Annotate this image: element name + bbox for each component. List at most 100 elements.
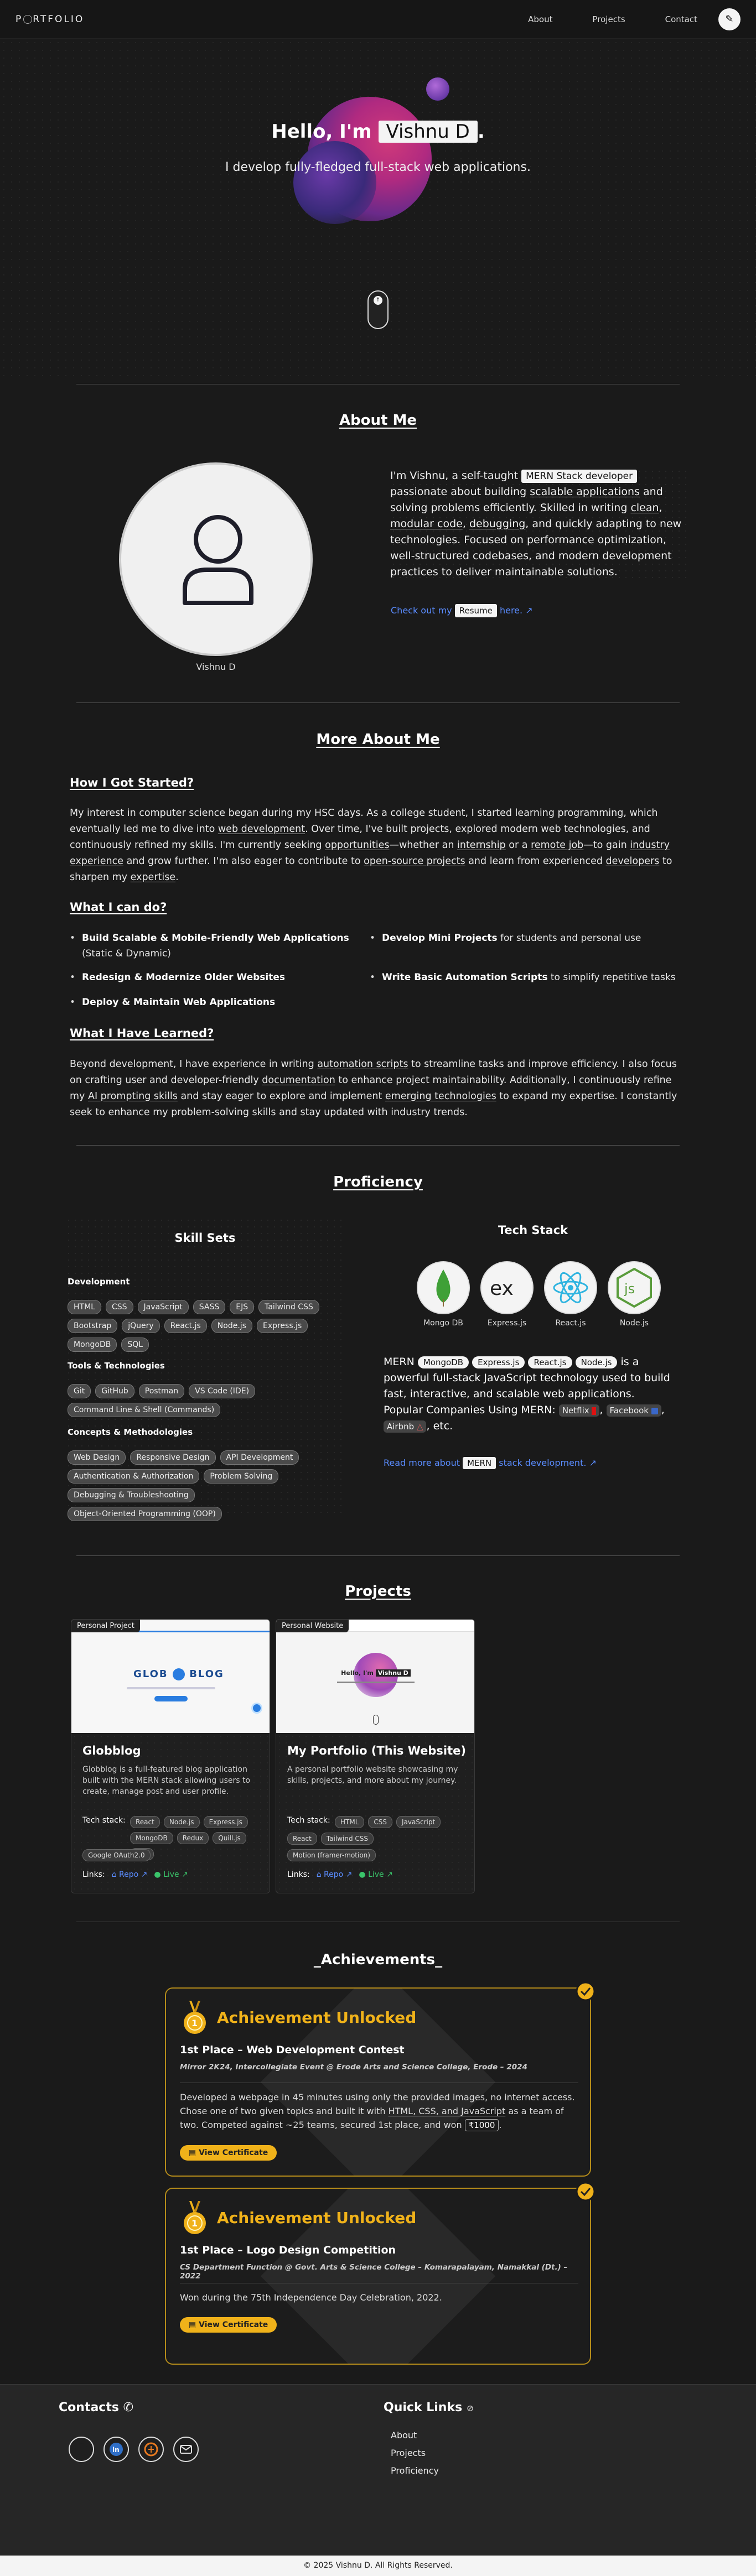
para-highlight: web development xyxy=(218,824,305,835)
repo-link-text: Repo ↗ xyxy=(119,1870,148,1879)
email-button[interactable] xyxy=(173,2437,199,2462)
scroll-down-button[interactable]: ↑ xyxy=(367,290,389,329)
tech-tag: Redux xyxy=(177,1832,209,1844)
about-text: passionate about building xyxy=(390,486,530,498)
live-link[interactable]: ● Live ↗ xyxy=(359,1870,392,1879)
skill-tag: HTML xyxy=(68,1300,101,1314)
category-concepts: Concepts & Methodologies xyxy=(68,1427,193,1437)
achievement-badge: Achievement Unlocked xyxy=(217,2008,417,2027)
project-links: Links: ⌂ Repo ↗ ● Live ↗ xyxy=(82,1870,188,1879)
heading-how-started: How I Got Started? xyxy=(70,776,194,789)
concepts-tags: Web Design Responsive Design API Develop… xyxy=(68,1450,341,1521)
achievement-card: 1 Achievement Unlocked 1st Place – Logo … xyxy=(165,2188,591,2365)
read-more-text: stack development. ↗ xyxy=(496,1458,597,1468)
company-name: Facebook xyxy=(609,1406,649,1416)
divider xyxy=(76,1145,680,1146)
globe-icon xyxy=(172,1668,185,1680)
hero-subtitle: I develop fully-fledged full-stack web a… xyxy=(225,160,531,174)
hero-name: Vishnu D xyxy=(378,121,478,143)
read-more-mern-link[interactable]: Read more about MERN stack development. … xyxy=(384,1457,597,1469)
company-airbnb: Airbnb △ xyxy=(384,1420,427,1433)
read-more-text: Read more about xyxy=(384,1458,463,1468)
view-certificate-button[interactable]: ▤ View Certificate xyxy=(180,2317,277,2333)
document-icon: ▤ xyxy=(189,2320,196,2329)
project-links: Links: ⌂ Repo ↗ ● Live ↗ xyxy=(287,1870,393,1879)
user-icon xyxy=(183,515,253,605)
company-netflix: Netflix xyxy=(558,1404,600,1417)
resume-link-text: here. ↗ xyxy=(496,605,533,616)
list-item: Deploy & Maintain Web Applications xyxy=(70,995,375,1010)
list-item-text: (Static & Dynamic) xyxy=(82,948,171,959)
divider xyxy=(76,1555,680,1556)
project-card-globblog[interactable]: Personal Project GLOB BLOG Globblog Glob… xyxy=(71,1619,270,1893)
list-item-bold: Write Basic Automation Scripts xyxy=(382,972,548,983)
list-item-bold: Build Scalable & Mobile-Friendly Web App… xyxy=(82,933,349,944)
para-text: —whether an xyxy=(389,840,457,851)
shot-scroll xyxy=(373,1715,379,1725)
links-label: Links: xyxy=(287,1870,310,1879)
skill-tag: GitHub xyxy=(95,1384,134,1398)
about-highlight: modular code xyxy=(390,518,463,530)
para-text: Beyond development, I have experience in… xyxy=(70,1059,318,1070)
project-card-portfolio[interactable]: Personal Website Hello, I'm Vishnu D My … xyxy=(276,1619,475,1893)
nav-link-contact[interactable]: Contact xyxy=(665,14,697,24)
svg-text:in: in xyxy=(112,2446,120,2454)
avatar-name: Vishnu D xyxy=(196,662,236,672)
tech-tag: MongoDB xyxy=(130,1832,173,1844)
para-highlight: expertise xyxy=(130,872,176,883)
project-body: Globblog Globblog is a full-featured blo… xyxy=(71,1733,270,1893)
repo-link-text: Repo ↗ xyxy=(324,1870,353,1879)
skill-tag: MongoDB xyxy=(68,1338,117,1352)
medal-icon: 1 xyxy=(184,2201,206,2234)
theme-toggle-button[interactable]: ✎ xyxy=(718,8,741,30)
resume-link[interactable]: Check out my Resume here. ↗ xyxy=(391,604,533,617)
nav-link-projects[interactable]: Projects xyxy=(593,14,625,24)
category-tools: Tools & Technologies xyxy=(68,1361,165,1371)
repo-link[interactable]: ⌂ Repo ↗ xyxy=(317,1870,353,1879)
skill-tag: Web Design xyxy=(68,1450,126,1465)
project-tech-tags-extra: Google OAuth2.0 xyxy=(82,1849,265,1861)
resume-link-text: Check out my xyxy=(391,605,455,616)
links-label: Links: xyxy=(82,1870,105,1879)
para-highlight: emerging technologies xyxy=(385,1091,496,1102)
linkedin-button[interactable]: in xyxy=(103,2437,129,2462)
para-highlight: opportunities xyxy=(325,840,390,851)
list-item: Redesign & Modernize Older Websites xyxy=(70,970,375,985)
nav-link-about[interactable]: About xyxy=(528,14,552,24)
list-item-text: to simplify repetitive tasks xyxy=(547,972,676,983)
github-button[interactable] xyxy=(69,2437,94,2462)
project-tech-tags: HTML CSS JavaScript xyxy=(335,1816,473,1828)
list-item: Develop Mini Projects for students and p… xyxy=(370,930,681,946)
hero-period: . xyxy=(477,121,485,143)
shot-logo-left: GLOB xyxy=(133,1668,168,1680)
gitconnected-button[interactable] xyxy=(138,2437,164,2462)
hero-greeting: Hello, I'm xyxy=(271,121,379,143)
skill-tag: Command Line & Shell (Commands) xyxy=(68,1403,221,1417)
tech-tag: Google OAuth2.0 xyxy=(82,1849,151,1861)
document-icon: ▤ xyxy=(189,2148,196,2157)
footer-link-proficiency[interactable]: Proficiency xyxy=(391,2465,439,2476)
resume-pill: Resume xyxy=(454,604,497,617)
live-link[interactable]: ● Live ↗ xyxy=(154,1870,188,1879)
mern-text: MERN xyxy=(384,1356,418,1368)
skill-tag: EJS xyxy=(230,1300,255,1314)
tech-mongodb: Mongo DB xyxy=(417,1261,470,1328)
mern-pill: Express.js xyxy=(472,1356,525,1368)
list-item-bold: Deploy & Maintain Web Applications xyxy=(82,997,276,1008)
shot-hero-name: Vishnu D xyxy=(375,1669,411,1677)
repo-link[interactable]: ⌂ Repo ↗ xyxy=(112,1870,148,1879)
button-label: View Certificate xyxy=(199,2148,268,2157)
view-certificate-button[interactable]: ▤ View Certificate xyxy=(180,2145,277,2161)
footer-link-projects[interactable]: Projects xyxy=(391,2448,426,2458)
footer-link-about[interactable]: About xyxy=(391,2430,417,2440)
logo-o-icon xyxy=(23,14,33,24)
prize-pill: ₹1000 xyxy=(464,2119,499,2131)
tech-tag: CSS xyxy=(368,1816,393,1828)
about-text: I'm Vishnu, a self-taught xyxy=(390,470,522,482)
logo[interactable]: P RTFOLIO xyxy=(15,14,84,25)
tech-label: Node.js xyxy=(619,1319,649,1328)
contacts-heading: Contacts ✆ xyxy=(59,2401,133,2414)
netflix-icon xyxy=(592,1407,597,1415)
para-highlight: internship xyxy=(457,840,506,851)
project-desc: A personal portfolio website showcasing … xyxy=(287,1765,458,1785)
